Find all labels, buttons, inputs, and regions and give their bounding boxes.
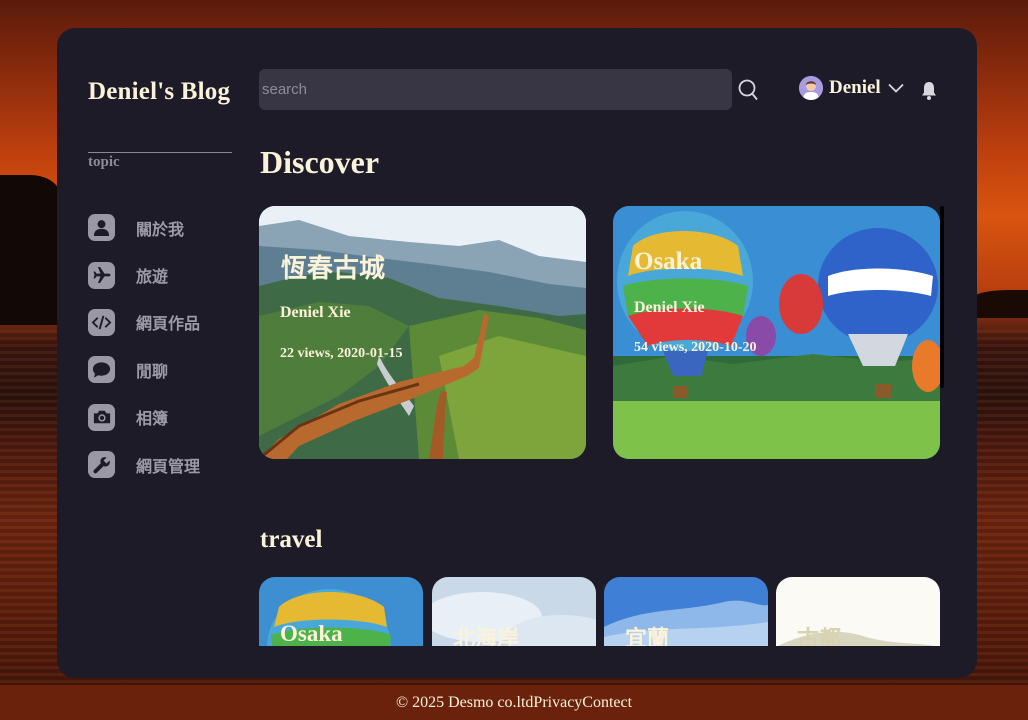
- card-author: Deniel Xie: [280, 304, 351, 321]
- discover-card[interactable]: Osaka Deniel Xie 54 views, 2020-10-20: [613, 206, 940, 459]
- sidebar-item-about[interactable]: 關於我: [88, 204, 248, 251]
- site-brand[interactable]: Deniel's Blog: [88, 78, 230, 106]
- background-hill-left: [0, 175, 60, 325]
- card-author: Deniel Xie: [634, 299, 705, 316]
- sidebar-item-travel[interactable]: 旅遊: [88, 251, 248, 298]
- chat-bubble-icon: [88, 356, 115, 384]
- sidebar-item-album[interactable]: 相簿: [88, 394, 248, 441]
- sidebar-item-label: 網頁管理: [136, 456, 201, 476]
- user-icon: [88, 214, 115, 242]
- sidebar-item-label: 相簿: [136, 409, 169, 429]
- footer: © 2025 Desmo co.ltd Privacy Contect: [0, 685, 1028, 720]
- code-icon: [88, 308, 115, 336]
- card-title: 恆春古城: [281, 254, 386, 284]
- bell-icon[interactable]: [919, 80, 939, 102]
- sidebar-item-label: 網頁作品: [136, 314, 201, 334]
- sidebar-nav: 關於我 旅遊 網頁作品 閒聊 相簿 網頁管理: [88, 204, 248, 488]
- sidebar-item-label: 旅遊: [136, 267, 169, 287]
- card-image: [613, 206, 940, 459]
- airplane-icon: [88, 261, 115, 289]
- user-name: Deniel: [829, 77, 881, 98]
- discover-scrollbar[interactable]: [940, 206, 944, 388]
- topic-heading: topic: [88, 154, 120, 170]
- search-input[interactable]: [259, 69, 732, 110]
- travel-heading: travel: [260, 526, 323, 553]
- user-menu[interactable]: Deniel: [799, 76, 904, 100]
- card-meta: 22 views, 2020-01-15: [280, 346, 403, 361]
- chevron-down-icon: [888, 83, 904, 93]
- background-hill-right: [968, 290, 1028, 318]
- card-meta: 54 views, 2020-10-20: [634, 340, 757, 355]
- travel-card-title: Osaka: [280, 621, 343, 646]
- sidebar-item-admin[interactable]: 網頁管理: [88, 441, 248, 488]
- sidebar-item-chat[interactable]: 閒聊: [88, 346, 248, 393]
- topic-divider: [88, 152, 232, 153]
- discover-card[interactable]: 恆春古城 Deniel Xie 22 views, 2020-01-15: [259, 206, 586, 459]
- camera-icon: [88, 403, 115, 431]
- footer-contact-link[interactable]: Contect: [582, 694, 632, 712]
- panel-bottom-edge: [57, 646, 977, 678]
- sidebar-item-label: 閒聊: [136, 361, 169, 381]
- wrench-icon: [88, 451, 115, 479]
- card-image: [259, 206, 586, 459]
- main-panel: Deniel's Blog topic 關於我 旅遊 網頁作品 閒聊 相簿 網頁…: [57, 28, 977, 678]
- footer-privacy-link[interactable]: Privacy: [533, 694, 582, 712]
- avatar: [799, 76, 823, 100]
- discover-heading: Discover: [260, 144, 380, 180]
- search-icon[interactable]: [737, 78, 759, 102]
- sidebar-item-web-works[interactable]: 網頁作品: [88, 299, 248, 346]
- card-title: Osaka: [634, 248, 703, 275]
- footer-copyright: © 2025 Desmo co.ltd: [395, 693, 534, 711]
- sidebar-item-label: 關於我: [136, 219, 185, 239]
